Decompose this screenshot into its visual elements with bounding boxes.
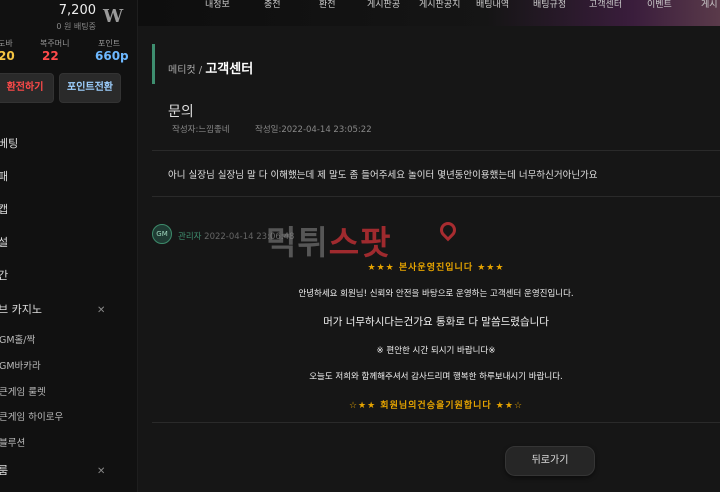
stat-label-dobba: 도바: [0, 39, 13, 48]
reply-greeting: 안녕하세요 회원님! 신뢰와 안전을 바탕으로 운영하는 고객센터 운영진입니다…: [298, 289, 574, 299]
casino-item-holjjak[interactable]: GM홀/짝: [0, 332, 35, 346]
balance-amount: 7,200: [58, 3, 96, 18]
page-title: 고객센터: [205, 62, 254, 77]
stat-value-point[interactable]: 660p: [95, 49, 129, 63]
date-value: 2022-04-14 23:05:22: [281, 125, 372, 135]
stat-value-lucky-bag[interactable]: 22: [42, 49, 59, 63]
nav-item-board2[interactable]: 게시: [701, 0, 718, 10]
casino-item-baccarat[interactable]: GM바카라: [0, 358, 41, 372]
nav-item-withdraw[interactable]: 환전: [319, 0, 336, 10]
casino-item-5[interactable]: 블루션: [0, 435, 25, 449]
post-body: 아니 실장님 실장님 말 다 이해했는데 제 말도 좀 들어주세요 놀이터 몇년…: [168, 170, 598, 181]
stat-value-dobba[interactable]: 20: [0, 49, 15, 63]
betting-amount: 0 원 배팅중: [56, 22, 96, 31]
menu-item-5[interactable]: 간: [0, 267, 8, 283]
nav-item-notice[interactable]: 게시판공지: [419, 0, 460, 10]
author-label: 작성자:: [172, 125, 199, 135]
point-convert-button[interactable]: 포인트전환: [59, 73, 121, 103]
nav-item-myinfo[interactable]: 내정보: [205, 0, 230, 10]
top-nav: 내정보 충전 환전 게시판공 게시판공지 배팅내역 배팅규정 고객센터 이벤트 …: [138, 0, 720, 26]
watermark-part2: 스팟: [328, 223, 392, 262]
location-pin-icon: [436, 218, 460, 242]
menu-item-4[interactable]: 설: [0, 234, 8, 250]
nav-item-deposit[interactable]: 충전: [264, 0, 281, 10]
breadcrumb-parent[interactable]: 메티컷 /: [168, 65, 202, 76]
nav-item-bet-rules[interactable]: 배팅규정: [533, 0, 566, 10]
divider: [152, 196, 720, 197]
reply-thanks: 오늘도 저희와 함께해주셔서 감사드리며 행복한 하루보내시기 바랍니다.: [309, 372, 563, 382]
page: 7,200 0 원 배팅중 W 도바 20 복주머니 22 포인트 660p 환…: [0, 0, 720, 492]
casino-item-roulette[interactable]: 큰게임 룰렛: [0, 384, 46, 398]
divider: [152, 150, 720, 151]
main-content: 메티컷 / 고객센터 문의 작성자:느낌좋네 작성일:2022-04-14 23…: [138, 26, 720, 492]
close-icon[interactable]: ✕: [97, 305, 105, 316]
reply-author: 관리자: [178, 232, 202, 242]
brand-logo[interactable]: W: [103, 6, 123, 27]
nav-item-board[interactable]: 게시판공: [367, 0, 400, 10]
nav-item-support[interactable]: 고객센터: [589, 0, 622, 10]
reply-message: 머가 너무하시다는건가요 통화로 다 말씀드렸습니다: [323, 316, 549, 328]
stat-label-point: 포인트: [98, 39, 121, 48]
watermark-part1: 먹튀: [266, 223, 329, 262]
breadcrumb: 메티컷 / 고객센터: [168, 58, 253, 77]
menu-item-last[interactable]: 룸: [0, 462, 8, 478]
exchange-button[interactable]: 환전하기: [0, 73, 54, 103]
menu-item-betting[interactable]: 베팅: [0, 135, 18, 151]
sidebar: 7,200 0 원 배팅중 W 도바 20 복주머니 22 포인트 660p 환…: [0, 0, 138, 492]
author-name: 느낌좋네: [198, 125, 230, 135]
watermark: 먹튀스팟: [266, 216, 391, 264]
reply-wish: ※ 편안한 시간 되시기 바랍니다※: [376, 346, 496, 356]
divider: [152, 422, 720, 423]
post-title: 문의: [168, 104, 194, 120]
nav-item-bet-history[interactable]: 배팅내역: [476, 0, 509, 10]
date-label: 작성일:: [255, 125, 282, 135]
breadcrumb-accent: [152, 44, 155, 84]
nav-item-event[interactable]: 이벤트: [647, 0, 672, 10]
reply-header: ★★★ 본사운영진입니다 ★★★: [367, 263, 505, 273]
back-button[interactable]: 뒤로가기: [505, 446, 595, 476]
post-author: 작성자:느낌좋네: [172, 123, 230, 135]
close-icon[interactable]: ✕: [97, 466, 105, 477]
menu-item-3[interactable]: 캡: [0, 201, 8, 217]
casino-item-hilo[interactable]: 큰게임 하이로우: [0, 409, 63, 423]
gm-avatar: GM: [152, 224, 172, 244]
stat-label-lucky-bag: 복주머니: [40, 39, 70, 48]
menu-item-2[interactable]: 패: [0, 168, 8, 184]
reply-footer: ☆★★ 회원님의건승을기원합니다 ★★☆: [348, 401, 524, 411]
post-date: 작성일:2022-04-14 23:05:22: [255, 123, 372, 135]
menu-section-casino[interactable]: 브 카지노: [0, 301, 42, 317]
